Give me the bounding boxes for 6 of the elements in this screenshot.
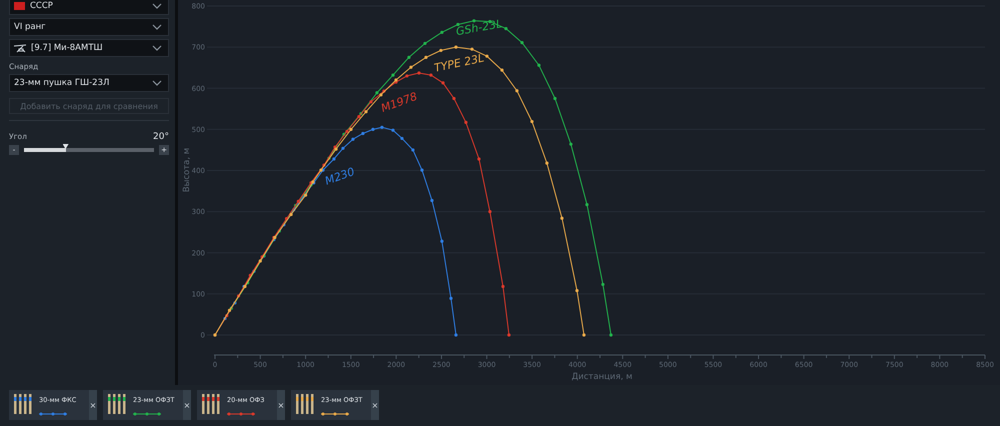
handwritten-label: GSh-23L bbox=[455, 17, 504, 38]
handwritten-label: M230 bbox=[323, 165, 356, 188]
angle-reading: 20° bbox=[153, 132, 169, 142]
x-axis-title: Дистанция, м bbox=[572, 372, 632, 382]
handwritten-label: TYPE 23L bbox=[433, 51, 486, 75]
y-axis-title: Высота, м bbox=[182, 148, 192, 192]
